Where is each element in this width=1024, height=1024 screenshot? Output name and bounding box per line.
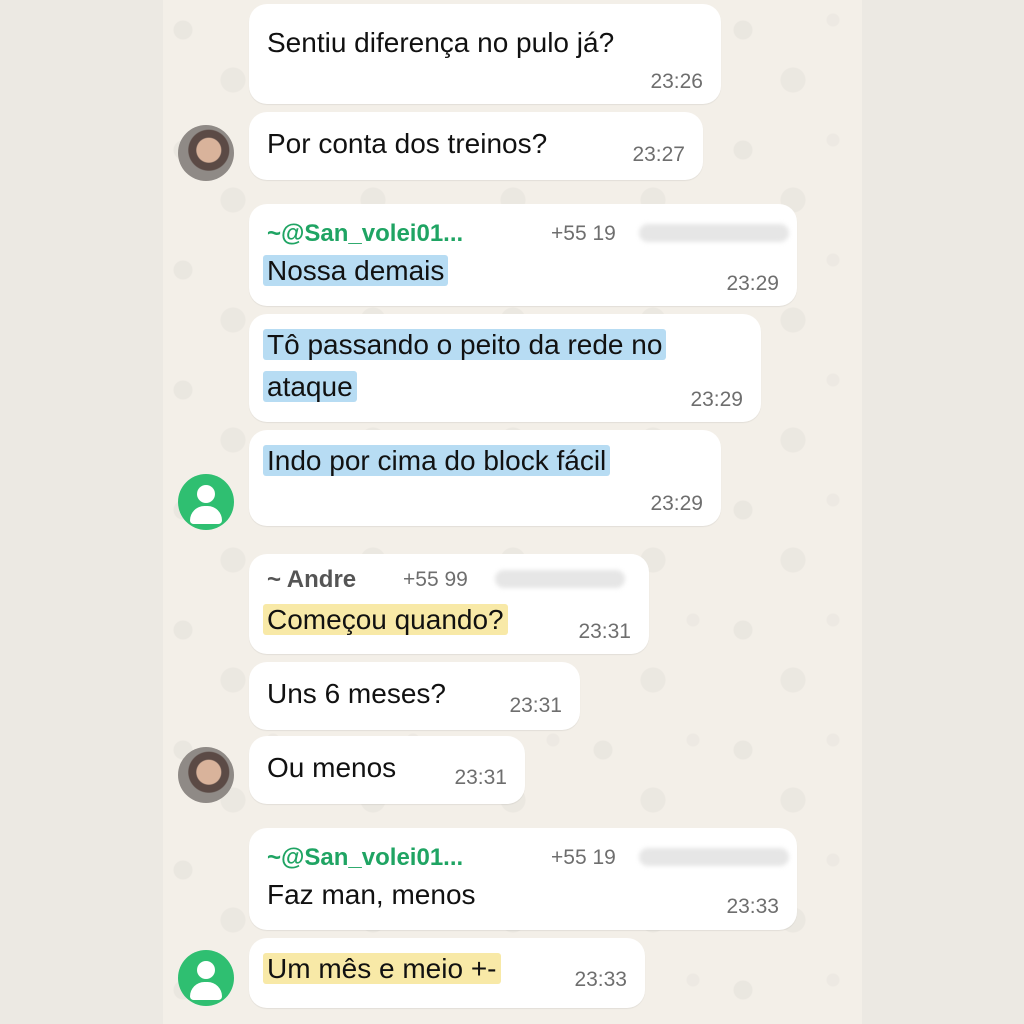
avatar-default[interactable] — [178, 474, 234, 530]
message-text-line-1: Tô passando o peito da rede no — [263, 328, 667, 362]
message-text-line-2: ataque — [263, 370, 357, 404]
message-bubble[interactable]: Ou menos 23:31 — [249, 736, 525, 804]
message-time: 23:31 — [509, 694, 562, 717]
message-bubble[interactable]: Tô passando o peito da rede no ataque 23… — [249, 314, 761, 422]
redacted-phone — [639, 848, 789, 866]
message-time: 23:29 — [690, 388, 743, 411]
sender-name[interactable]: ~ Andre — [267, 566, 356, 594]
message-bubble[interactable]: ~@San_volei01... +55 19 Nossa demais 23:… — [249, 204, 797, 306]
chat-area[interactable]: Sentiu diferença no pulo já? 23:26 Por c… — [163, 0, 862, 1024]
message-time: 23:29 — [726, 272, 779, 295]
message-text: Por conta dos treinos? — [267, 128, 548, 159]
message-text: Indo por cima do block fácil — [263, 444, 611, 478]
person-silhouette-icon — [197, 961, 215, 979]
sender-name[interactable]: ~@San_volei01... — [267, 844, 463, 872]
message-text: Sentiu diferença no pulo já? — [267, 27, 615, 58]
message-bubble[interactable]: Uns 6 meses? 23:31 — [249, 662, 580, 730]
redacted-phone — [495, 570, 625, 588]
message-bubble[interactable]: ~ Andre +55 99 Começou quando? 23:31 — [249, 554, 649, 654]
message-text: Ou menos — [267, 752, 397, 783]
message-time: 23:29 — [650, 492, 703, 515]
message-text: Faz man, menos — [267, 879, 476, 910]
avatar-photo[interactable] — [178, 125, 234, 181]
right-margin — [862, 0, 1024, 1024]
message-time: 23:31 — [454, 766, 507, 789]
sender-phone: +55 19 — [551, 222, 616, 245]
message-bubble[interactable]: Por conta dos treinos? 23:27 — [249, 112, 703, 180]
left-margin — [0, 0, 163, 1024]
message-text: Um mês e meio +- — [263, 952, 501, 986]
avatar-photo[interactable] — [178, 747, 234, 803]
message-text: Começou quando? — [263, 603, 508, 637]
sender-phone: +55 19 — [551, 846, 616, 869]
message-bubble[interactable]: ~@San_volei01... +55 19 Faz man, menos 2… — [249, 828, 797, 930]
message-time: 23:31 — [578, 620, 631, 643]
message-time: 23:33 — [726, 895, 779, 918]
avatar-default[interactable] — [178, 950, 234, 1006]
message-bubble[interactable]: Um mês e meio +- 23:33 — [249, 938, 645, 1008]
message-bubble[interactable]: Indo por cima do block fácil 23:29 — [249, 430, 721, 526]
person-silhouette-icon — [197, 485, 215, 503]
message-text: Uns 6 meses? — [267, 678, 446, 709]
message-time: 23:26 — [650, 70, 703, 93]
message-text: Nossa demais — [263, 254, 449, 288]
sender-name[interactable]: ~@San_volei01... — [267, 220, 463, 248]
message-bubble[interactable]: Sentiu diferença no pulo já? 23:26 — [249, 4, 721, 104]
message-time: 23:33 — [574, 968, 627, 991]
message-time: 23:27 — [632, 143, 685, 166]
redacted-phone — [639, 224, 789, 242]
sender-phone: +55 99 — [403, 568, 468, 591]
